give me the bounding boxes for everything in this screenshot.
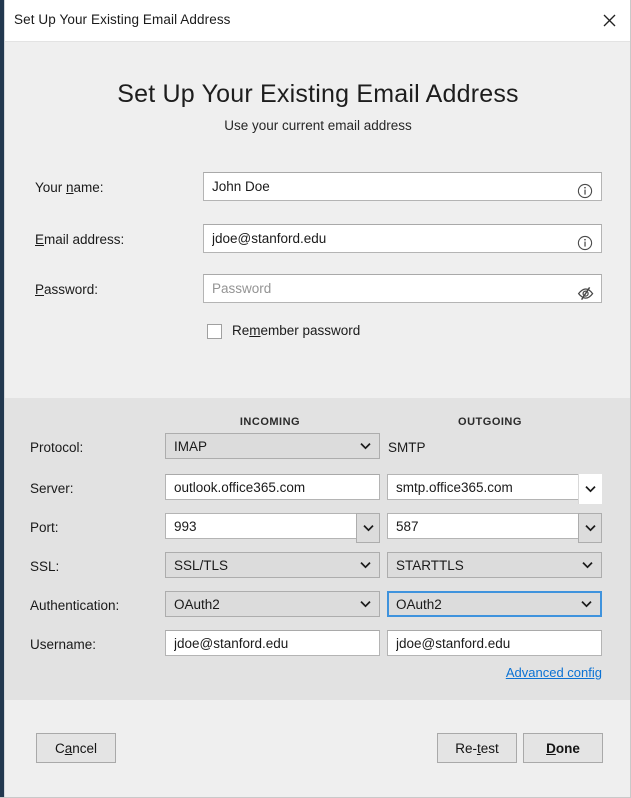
chevron-down-icon — [360, 442, 371, 450]
your-name-label: Your name: — [35, 180, 104, 195]
incoming-username-input[interactable] — [165, 630, 380, 656]
chevron-down-icon[interactable] — [578, 513, 602, 543]
outgoing-username-input[interactable] — [387, 630, 602, 656]
protocol-label: Protocol: — [30, 440, 83, 455]
outgoing-column-header: OUTGOING — [385, 416, 595, 428]
outgoing-protocol-value: SMTP — [388, 440, 426, 455]
cancel-button[interactable]: Cancel — [36, 733, 116, 763]
email-info-icon[interactable] — [575, 233, 595, 253]
ssl-label: SSL: — [30, 559, 59, 574]
remember-password-label[interactable]: Remember password — [232, 323, 360, 338]
incoming-server-input[interactable] — [165, 474, 380, 500]
close-icon[interactable] — [587, 0, 631, 41]
incoming-ssl-select[interactable]: SSL/TLS — [165, 552, 380, 578]
authentication-label: Authentication: — [30, 598, 119, 613]
incoming-column-header: INCOMING — [165, 416, 375, 428]
dialog-footer: Cancel Re-test Done — [5, 700, 631, 798]
name-info-icon[interactable] — [575, 181, 595, 201]
email-address-input[interactable] — [203, 224, 602, 253]
page-subtitle: Use your current email address — [5, 118, 631, 133]
server-config-section: INCOMING OUTGOING Protocol: IMAP SMTP Se… — [5, 398, 631, 700]
username-label: Username: — [30, 637, 96, 652]
account-section: Set Up Your Existing Email Address Use y… — [5, 42, 631, 398]
advanced-config-link[interactable]: Advanced config — [506, 665, 602, 680]
incoming-authentication-select[interactable]: OAuth2 — [165, 591, 380, 617]
chevron-down-icon — [582, 561, 593, 569]
your-name-input[interactable] — [203, 172, 602, 201]
chevron-down-icon — [581, 600, 592, 608]
chevron-down-icon — [360, 600, 371, 608]
outgoing-authentication-select[interactable]: OAuth2 — [387, 591, 602, 617]
email-address-label: Email address: — [35, 232, 124, 247]
chevron-down-icon — [360, 561, 371, 569]
chevron-down-icon[interactable] — [356, 513, 380, 543]
page-title: Set Up Your Existing Email Address — [5, 80, 631, 109]
eye-slash-icon[interactable] — [575, 283, 595, 303]
chevron-down-icon[interactable] — [578, 474, 602, 504]
retest-button[interactable]: Re-test — [437, 733, 517, 763]
window-titlebar: Set Up Your Existing Email Address — [0, 0, 631, 42]
done-button[interactable]: Done — [523, 733, 603, 763]
outgoing-server-combo[interactable]: smtp.office365.com — [387, 474, 602, 500]
port-label: Port: — [30, 520, 59, 535]
password-label: Password: — [35, 282, 98, 297]
window-title: Set Up Your Existing Email Address — [14, 12, 231, 27]
incoming-port-combo[interactable]: 993 — [165, 513, 380, 539]
server-label: Server: — [30, 481, 74, 496]
remember-password-checkbox[interactable] — [207, 324, 222, 339]
setup-email-dialog: Set Up Your Existing Email Address Set U… — [0, 0, 631, 798]
incoming-protocol-select[interactable]: IMAP — [165, 433, 380, 459]
outgoing-port-combo[interactable]: 587 — [387, 513, 602, 539]
password-input[interactable] — [203, 274, 602, 303]
outgoing-ssl-select[interactable]: STARTTLS — [387, 552, 602, 578]
